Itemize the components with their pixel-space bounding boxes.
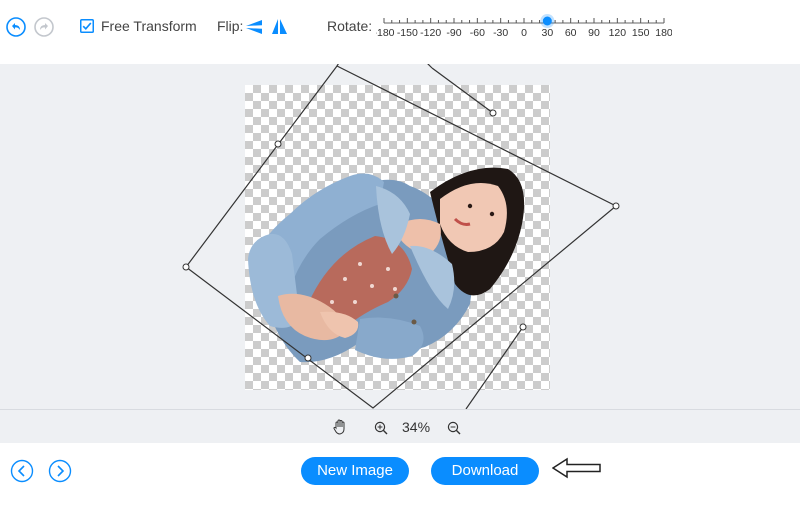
rotate-tick-label: -180 [376, 27, 395, 39]
download-button[interactable]: Download [431, 457, 539, 485]
rotate-tick-label: 180 [655, 27, 672, 39]
zoom-out-icon[interactable] [447, 421, 461, 435]
zoom-bar: 34% [0, 409, 800, 444]
new-image-button[interactable]: New Image [301, 457, 409, 485]
cutout-image[interactable] [248, 167, 525, 363]
rotate-tick-label: -150 [397, 27, 418, 39]
image-stage [182, 64, 620, 409]
redo-icon[interactable] [34, 17, 54, 37]
rotate-tick-label: 120 [609, 27, 627, 39]
arrow-pointer-icon [552, 457, 601, 479]
next-arrow-icon[interactable] [48, 459, 72, 483]
zoom-in-icon[interactable] [374, 421, 388, 435]
rotate-tick-label: -120 [420, 27, 441, 39]
rotate-knob[interactable] [542, 16, 552, 26]
handle-bottom-right [519, 323, 527, 331]
handle-top-right [489, 109, 497, 117]
zoom-level: 34% [402, 419, 431, 435]
free-transform-checkbox[interactable] [80, 19, 94, 33]
rotate-tick-label: 150 [632, 27, 650, 39]
canvas-area [0, 64, 800, 409]
rotate-tick-label: -90 [446, 27, 461, 39]
rotate-tick-label: -30 [493, 27, 508, 39]
rotate-tick-label: 30 [541, 27, 553, 39]
top-toolbar: Free Transform Flip: Rotate: -180-150-12… [0, 0, 800, 64]
flip-horizontal-icon[interactable] [271, 18, 288, 36]
free-transform-label[interactable]: Free Transform [101, 18, 197, 34]
handle-right [612, 202, 620, 210]
hand-pan-icon[interactable] [333, 419, 347, 435]
rotate-label: Rotate: [327, 18, 373, 34]
handle-left [182, 263, 190, 271]
flip-label: Flip: [217, 18, 244, 34]
rotate-tick-label: 60 [565, 27, 577, 39]
footer-bar: New Image Download [0, 443, 800, 527]
handle-top-left [274, 140, 282, 148]
rotate-tick-label: 90 [588, 27, 600, 39]
rotate-slider[interactable]: -180-150-120 -90 -60 -30 0 30 60 90 120 150 180 [376, 10, 672, 44]
rotate-tick-label: -60 [470, 27, 485, 39]
flip-vertical-icon[interactable] [246, 19, 264, 35]
undo-icon[interactable] [6, 17, 26, 37]
rotate-tick-label: 0 [521, 27, 527, 39]
handle-bottom [304, 354, 312, 362]
prev-arrow-icon[interactable] [10, 459, 34, 483]
